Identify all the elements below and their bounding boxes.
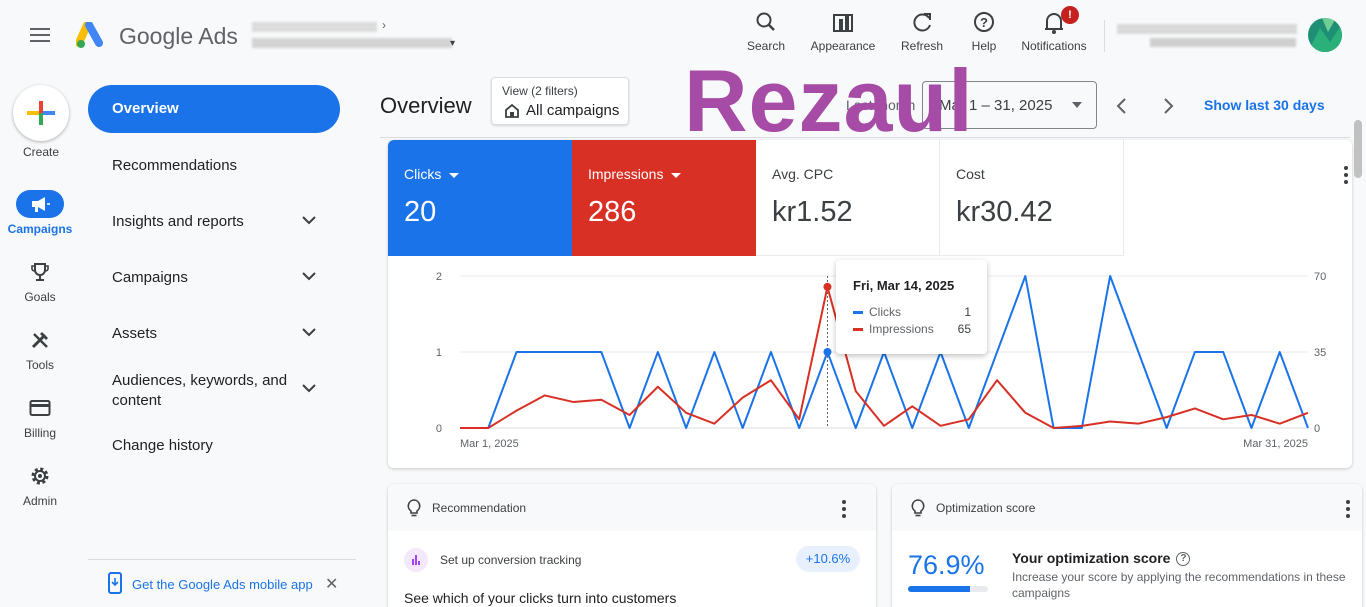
rail-item-goals[interactable]: Goals <box>0 258 80 316</box>
user-email-redacted <box>1150 38 1296 47</box>
optimization-score-bar <box>908 586 988 592</box>
lightbulb-icon <box>407 499 421 517</box>
rail-item-admin[interactable]: Admin <box>0 462 80 520</box>
more-options-icon[interactable] <box>1340 166 1352 188</box>
show-last-30-days-link[interactable]: Show last 30 days <box>1204 97 1325 113</box>
chevron-down-icon <box>302 384 316 393</box>
highlight-point-clicks <box>823 348 832 356</box>
svg-text:?: ? <box>980 15 988 30</box>
rail-item-campaigns[interactable]: Campaigns <box>0 190 80 248</box>
megaphone-icon <box>32 197 50 212</box>
chevron-down-icon <box>302 272 316 281</box>
caret-down-icon <box>449 172 460 178</box>
tools-icon <box>31 332 48 349</box>
notification-badge: ! <box>1061 6 1079 24</box>
chevron-down-icon <box>302 328 316 337</box>
lightbulb-icon <box>911 499 925 517</box>
nav-item-audiences[interactable]: Audiences, keywords, and content <box>88 371 340 411</box>
top-bar: Google Ads › ▾ Search Appearance Refresh… <box>0 0 1366 74</box>
score-uplift-badge[interactable]: +10.6% <box>796 546 860 572</box>
legend-line-impressions <box>853 328 863 332</box>
metric-avg-cpc[interactable]: Avg. CPC kr1.52 <box>756 140 940 256</box>
x-tick-label-end: Mar 31, 2025 <box>1243 438 1308 450</box>
close-icon[interactable]: ✕ <box>325 574 338 594</box>
toolbar-notifications-button[interactable]: ! Notifications <box>1016 6 1092 58</box>
help-icon: ? <box>974 12 994 32</box>
header-divider <box>380 137 1350 138</box>
left-tick-label: 0 <box>436 423 442 435</box>
previous-period-icon[interactable] <box>1110 94 1134 118</box>
chart-tooltip: Fri, Mar 14, 2025 Clicks 1 Impressions 6… <box>836 260 987 354</box>
campaign-filter-button[interactable]: View (2 filters) All campaigns <box>491 77 629 125</box>
account-dropdown-icon[interactable]: ▾ <box>450 38 455 49</box>
more-options-icon[interactable] <box>1342 500 1354 522</box>
left-tick-label: 2 <box>436 271 442 283</box>
x-tick-label-start: Mar 1, 2025 <box>460 438 519 450</box>
right-tick-label: 0 <box>1314 423 1320 435</box>
account-name-redacted <box>252 22 377 32</box>
chevron-right-icon[interactable]: › <box>382 18 386 32</box>
appearance-icon <box>833 14 853 32</box>
rail-item-billing[interactable]: Billing <box>0 394 80 452</box>
tooltip-row-impressions: Impressions 65 <box>853 322 971 336</box>
right-tick-label: 35 <box>1314 347 1326 359</box>
nav-item-overview[interactable]: Overview <box>88 85 340 133</box>
toolbar-divider <box>1104 20 1105 52</box>
home-icon <box>505 103 519 118</box>
caret-down-icon <box>671 172 682 178</box>
highlight-point-impressions <box>823 282 832 291</box>
page-title: Overview <box>380 93 472 118</box>
optimization-score-card: Optimization score 76.9% Your optimizati… <box>892 484 1362 607</box>
dropdown-arrow-icon <box>1072 102 1082 108</box>
rail-item-tools[interactable]: Tools <box>0 326 80 384</box>
metric-cost[interactable]: Cost kr30.42 <box>940 140 1124 256</box>
user-name-redacted <box>1117 24 1297 34</box>
create-label: Create <box>22 145 60 159</box>
tooltip-row-clicks: Clicks 1 <box>853 305 971 319</box>
menu-icon[interactable] <box>30 28 50 44</box>
google-ads-logo <box>76 22 103 48</box>
nav-item-assets[interactable]: Assets <box>88 325 340 345</box>
optimization-score-value: 76.9% <box>908 550 985 580</box>
nav-item-insights[interactable]: Insights and reports <box>88 213 340 233</box>
nav-item-recommendations[interactable]: Recommendations <box>88 157 340 177</box>
nav-item-campaigns[interactable]: Campaigns <box>88 269 340 289</box>
scrollbar[interactable] <box>1354 120 1362 178</box>
create-button[interactable] <box>13 85 69 141</box>
nav-divider <box>88 559 356 560</box>
legend-line-clicks <box>853 311 863 315</box>
brand-name: Google Ads <box>119 23 238 49</box>
next-period-icon[interactable] <box>1156 94 1180 118</box>
bar-chart-icon <box>404 548 428 572</box>
right-tick-label: 70 <box>1314 271 1326 283</box>
metric-clicks[interactable]: Clicks 20 <box>388 140 572 256</box>
metric-impressions[interactable]: Impressions 286 <box>572 140 756 256</box>
gear-icon <box>31 467 49 485</box>
avatar[interactable] <box>1308 18 1342 52</box>
search-icon <box>756 12 775 31</box>
optimization-score-fill <box>908 586 970 592</box>
account-id-redacted <box>252 38 452 48</box>
bell-icon <box>1045 13 1063 34</box>
refresh-icon <box>913 13 931 32</box>
left-tick-label: 1 <box>436 347 442 359</box>
plus-icon <box>27 101 55 125</box>
credit-card-icon <box>29 400 51 416</box>
phone-icon <box>108 572 122 594</box>
trophy-icon <box>31 263 49 281</box>
help-icon[interactable]: ? <box>1176 552 1191 567</box>
mobile-app-link[interactable]: Get the Google Ads mobile app <box>132 577 313 592</box>
chevron-down-icon <box>302 216 316 225</box>
nav-item-change-history[interactable]: Change history <box>88 437 340 457</box>
recommendation-card: Recommendation Set up conversion trackin… <box>388 484 876 607</box>
more-options-icon[interactable] <box>838 500 850 522</box>
